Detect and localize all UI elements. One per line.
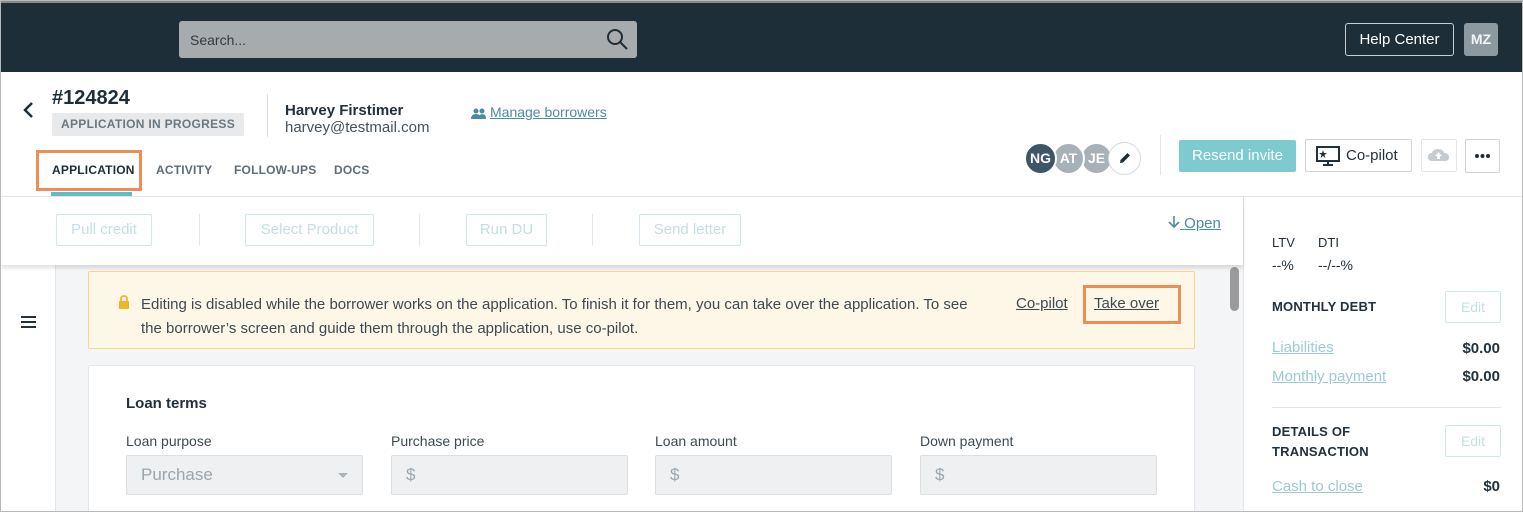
avatar-ng[interactable]: NG	[1024, 142, 1057, 175]
action-toolbar: Pull credit Select Product Run DU Send l…	[1, 197, 1243, 265]
divider	[1160, 135, 1161, 175]
loan-terms-card: Loan terms Loan purpose Purchase Purchas…	[88, 365, 1195, 511]
open-label: Open	[1184, 215, 1221, 232]
liabilities-value: $0.00	[1462, 340, 1500, 357]
pencil-icon	[1119, 153, 1130, 163]
application-header: #124824 APPLICATION IN PROGRESS Harvey F…	[1, 72, 1522, 197]
borrower-email: harvey@testmail.com	[285, 119, 430, 136]
details-edit-button[interactable]: Edit	[1445, 425, 1501, 457]
editing-disabled-notice: Editing is disabled while the borrower w…	[88, 271, 1195, 349]
edit-team-button[interactable]	[1108, 142, 1141, 175]
hamburger-menu-icon[interactable]	[21, 315, 36, 333]
search-input[interactable]: Search...	[179, 21, 637, 58]
loan-purpose-value: Purchase	[141, 465, 213, 484]
send-letter-button[interactable]: Send letter	[639, 214, 741, 246]
cash-to-close-link[interactable]: Cash to close	[1272, 478, 1363, 495]
cloud-upload-icon	[1428, 149, 1449, 161]
currency-symbol: $	[406, 465, 416, 484]
arrow-down-icon	[1168, 216, 1180, 229]
monthly-payment-value: $0.00	[1462, 368, 1500, 385]
scrollbar-thumb[interactable]	[1230, 267, 1239, 311]
application-id: #124824	[52, 87, 130, 109]
divider	[419, 214, 420, 246]
divider	[199, 214, 200, 246]
liabilities-link[interactable]: Liabilities	[1272, 339, 1334, 356]
borrower-name: Harvey Firstimer	[285, 102, 404, 119]
user-avatar[interactable]: MZ	[1464, 23, 1498, 56]
more-options-button[interactable]	[1465, 139, 1500, 173]
dti-value: --/--%	[1318, 257, 1353, 273]
select-product-button[interactable]: Select Product	[245, 214, 374, 246]
details-title-line2: TRANSACTION	[1272, 444, 1369, 459]
tab-application[interactable]: APPLICATION	[52, 163, 135, 177]
lock-icon	[118, 295, 130, 314]
divider	[592, 214, 593, 246]
divider	[267, 94, 268, 137]
top-navigation-bar: Search... Help Center MZ	[1, 1, 1522, 72]
pull-credit-button[interactable]: Pull credit	[56, 214, 152, 246]
more-dots-icon	[1475, 154, 1490, 158]
search-icon[interactable]	[605, 27, 629, 51]
active-tab-indicator	[51, 192, 132, 196]
loan-purpose-select[interactable]: Purchase	[126, 455, 363, 495]
app-window: Search... Help Center MZ #124824 APPLICA…	[0, 0, 1523, 512]
monthly-debt-title: MONTHLY DEBT	[1272, 299, 1377, 314]
tab-follow-ups[interactable]: FOLLOW-UPS	[234, 163, 316, 177]
copilot-button-label: Co-pilot	[1346, 147, 1398, 164]
open-link[interactable]: Open	[1168, 215, 1221, 232]
status-badge: APPLICATION IN PROGRESS	[52, 113, 245, 136]
tab-activity[interactable]: ACTIVITY	[156, 163, 212, 177]
currency-symbol: $	[670, 465, 680, 484]
manage-borrowers-link[interactable]: Manage borrowers	[471, 104, 607, 122]
monthly-debt-edit-button[interactable]: Edit	[1445, 291, 1501, 323]
search-placeholder: Search...	[190, 32, 247, 48]
divider	[1272, 407, 1501, 408]
people-icon	[471, 106, 486, 122]
monitor-icon	[1316, 145, 1340, 177]
help-center-button[interactable]: Help Center	[1345, 23, 1454, 56]
copilot-link[interactable]: Co-pilot	[1016, 295, 1068, 312]
ltv-label: LTV	[1272, 235, 1295, 250]
chevron-down-icon	[338, 473, 348, 478]
down-payment-label: Down payment	[920, 433, 1014, 449]
take-over-link[interactable]: Take over	[1094, 295, 1159, 312]
loan-amount-input[interactable]: $	[655, 455, 892, 495]
ltv-value: --%	[1272, 257, 1294, 273]
dti-label: DTI	[1318, 235, 1339, 250]
highlight-box: Take over	[1083, 285, 1181, 324]
summary-sidebar: LTV DTI --% --/--% MONTHLY DEBT Edit Lia…	[1243, 197, 1522, 511]
run-du-button[interactable]: Run DU	[466, 214, 547, 246]
notice-text: Editing is disabled while the borrower w…	[141, 296, 968, 337]
loan-amount-label: Loan amount	[655, 433, 737, 449]
tab-docs[interactable]: DOCS	[334, 163, 369, 177]
loan-purpose-label: Loan purpose	[126, 433, 212, 449]
resend-invite-button[interactable]: Resend invite	[1179, 140, 1296, 172]
main-content: Editing is disabled while the borrower w…	[56, 265, 1243, 511]
left-nav	[1, 265, 56, 511]
manage-borrowers-label: Manage borrowers	[490, 104, 607, 120]
currency-symbol: $	[935, 465, 945, 484]
down-payment-input[interactable]: $	[920, 455, 1157, 495]
copilot-button[interactable]: Co-pilot	[1305, 139, 1412, 172]
details-of-transaction-title: DETAILS OF TRANSACTION	[1272, 422, 1369, 462]
purchase-price-input[interactable]: $	[391, 455, 628, 495]
monthly-payment-link[interactable]: Monthly payment	[1272, 368, 1386, 385]
back-arrow-icon[interactable]	[19, 100, 39, 120]
cash-to-close-value: $0	[1483, 478, 1500, 495]
details-title-line1: DETAILS OF	[1272, 424, 1351, 439]
purchase-price-label: Purchase price	[391, 433, 485, 449]
loan-terms-title: Loan terms	[126, 395, 207, 412]
cloud-upload-button[interactable]	[1421, 139, 1457, 172]
